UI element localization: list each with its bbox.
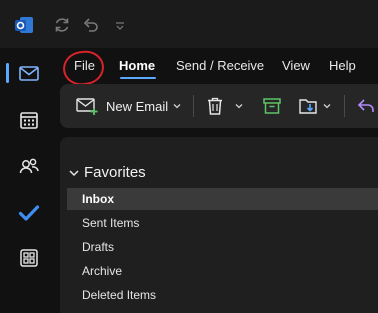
apps-icon xyxy=(19,249,38,267)
people-nav-button[interactable] xyxy=(0,146,57,186)
outlook-logo-icon xyxy=(13,14,35,36)
active-tab-underline xyxy=(120,77,156,79)
chevron-down-icon[interactable] xyxy=(234,101,244,111)
folder-drafts[interactable]: Drafts xyxy=(67,236,378,258)
people-icon xyxy=(19,158,39,174)
folder-archive[interactable]: Archive xyxy=(67,260,378,282)
reply-icon xyxy=(357,99,374,112)
folder-pane: Favorites Inbox Sent Items Drafts Archiv… xyxy=(60,137,378,313)
ribbon-toolbar: New Email xyxy=(60,84,378,128)
favorites-header[interactable]: Favorites xyxy=(68,164,146,181)
customize-quick-access-icon[interactable] xyxy=(110,15,124,35)
archive-icon xyxy=(263,98,281,114)
tab-home[interactable]: Home xyxy=(119,58,155,73)
outlook-window: File Home Send / Receive View Help New E… xyxy=(0,0,378,313)
ribbon-divider xyxy=(193,95,194,117)
tab-view[interactable]: View xyxy=(282,58,310,73)
todo-icon xyxy=(18,205,39,221)
chevron-down-icon[interactable] xyxy=(322,101,332,111)
title-bar xyxy=(0,0,378,48)
ribbon-tabs: File Home Send / Receive View Help xyxy=(57,48,378,82)
mail-icon xyxy=(18,66,39,81)
folder-label: Inbox xyxy=(82,192,114,206)
calendar-nav-button[interactable] xyxy=(0,100,57,140)
delete-button[interactable] xyxy=(206,84,244,128)
mail-nav-button[interactable] xyxy=(0,53,57,93)
sync-icon[interactable] xyxy=(52,15,72,35)
calendar-icon xyxy=(19,112,38,129)
todo-nav-button[interactable] xyxy=(0,193,57,233)
folder-label: Archive xyxy=(82,264,123,278)
chevron-down-icon[interactable] xyxy=(172,101,182,111)
active-indicator xyxy=(6,63,9,83)
folder-deleted-items[interactable]: Deleted Items xyxy=(67,284,378,306)
tab-send-receive[interactable]: Send / Receive xyxy=(176,58,264,73)
favorites-label: Favorites xyxy=(84,164,146,181)
delete-icon xyxy=(208,97,222,115)
tab-help[interactable]: Help xyxy=(329,58,356,73)
archive-button[interactable] xyxy=(262,84,282,128)
undo-icon[interactable] xyxy=(80,15,100,35)
navigation-rail xyxy=(0,48,57,313)
folder-label: Drafts xyxy=(82,240,115,254)
folder-label: Deleted Items xyxy=(82,288,157,302)
reply-button[interactable] xyxy=(356,84,376,128)
folder-label: Sent Items xyxy=(82,216,140,230)
folder-inbox[interactable]: Inbox xyxy=(67,188,378,210)
new-email-icon xyxy=(76,98,98,115)
new-email-button[interactable]: New Email xyxy=(76,84,182,128)
new-email-label: New Email xyxy=(106,98,169,114)
apps-nav-button[interactable] xyxy=(0,238,57,278)
move-icon xyxy=(299,99,317,114)
folder-sent-items[interactable]: Sent Items xyxy=(67,212,378,234)
chevron-down-icon xyxy=(69,169,79,176)
move-button[interactable] xyxy=(298,84,332,128)
ribbon-divider xyxy=(344,95,345,117)
